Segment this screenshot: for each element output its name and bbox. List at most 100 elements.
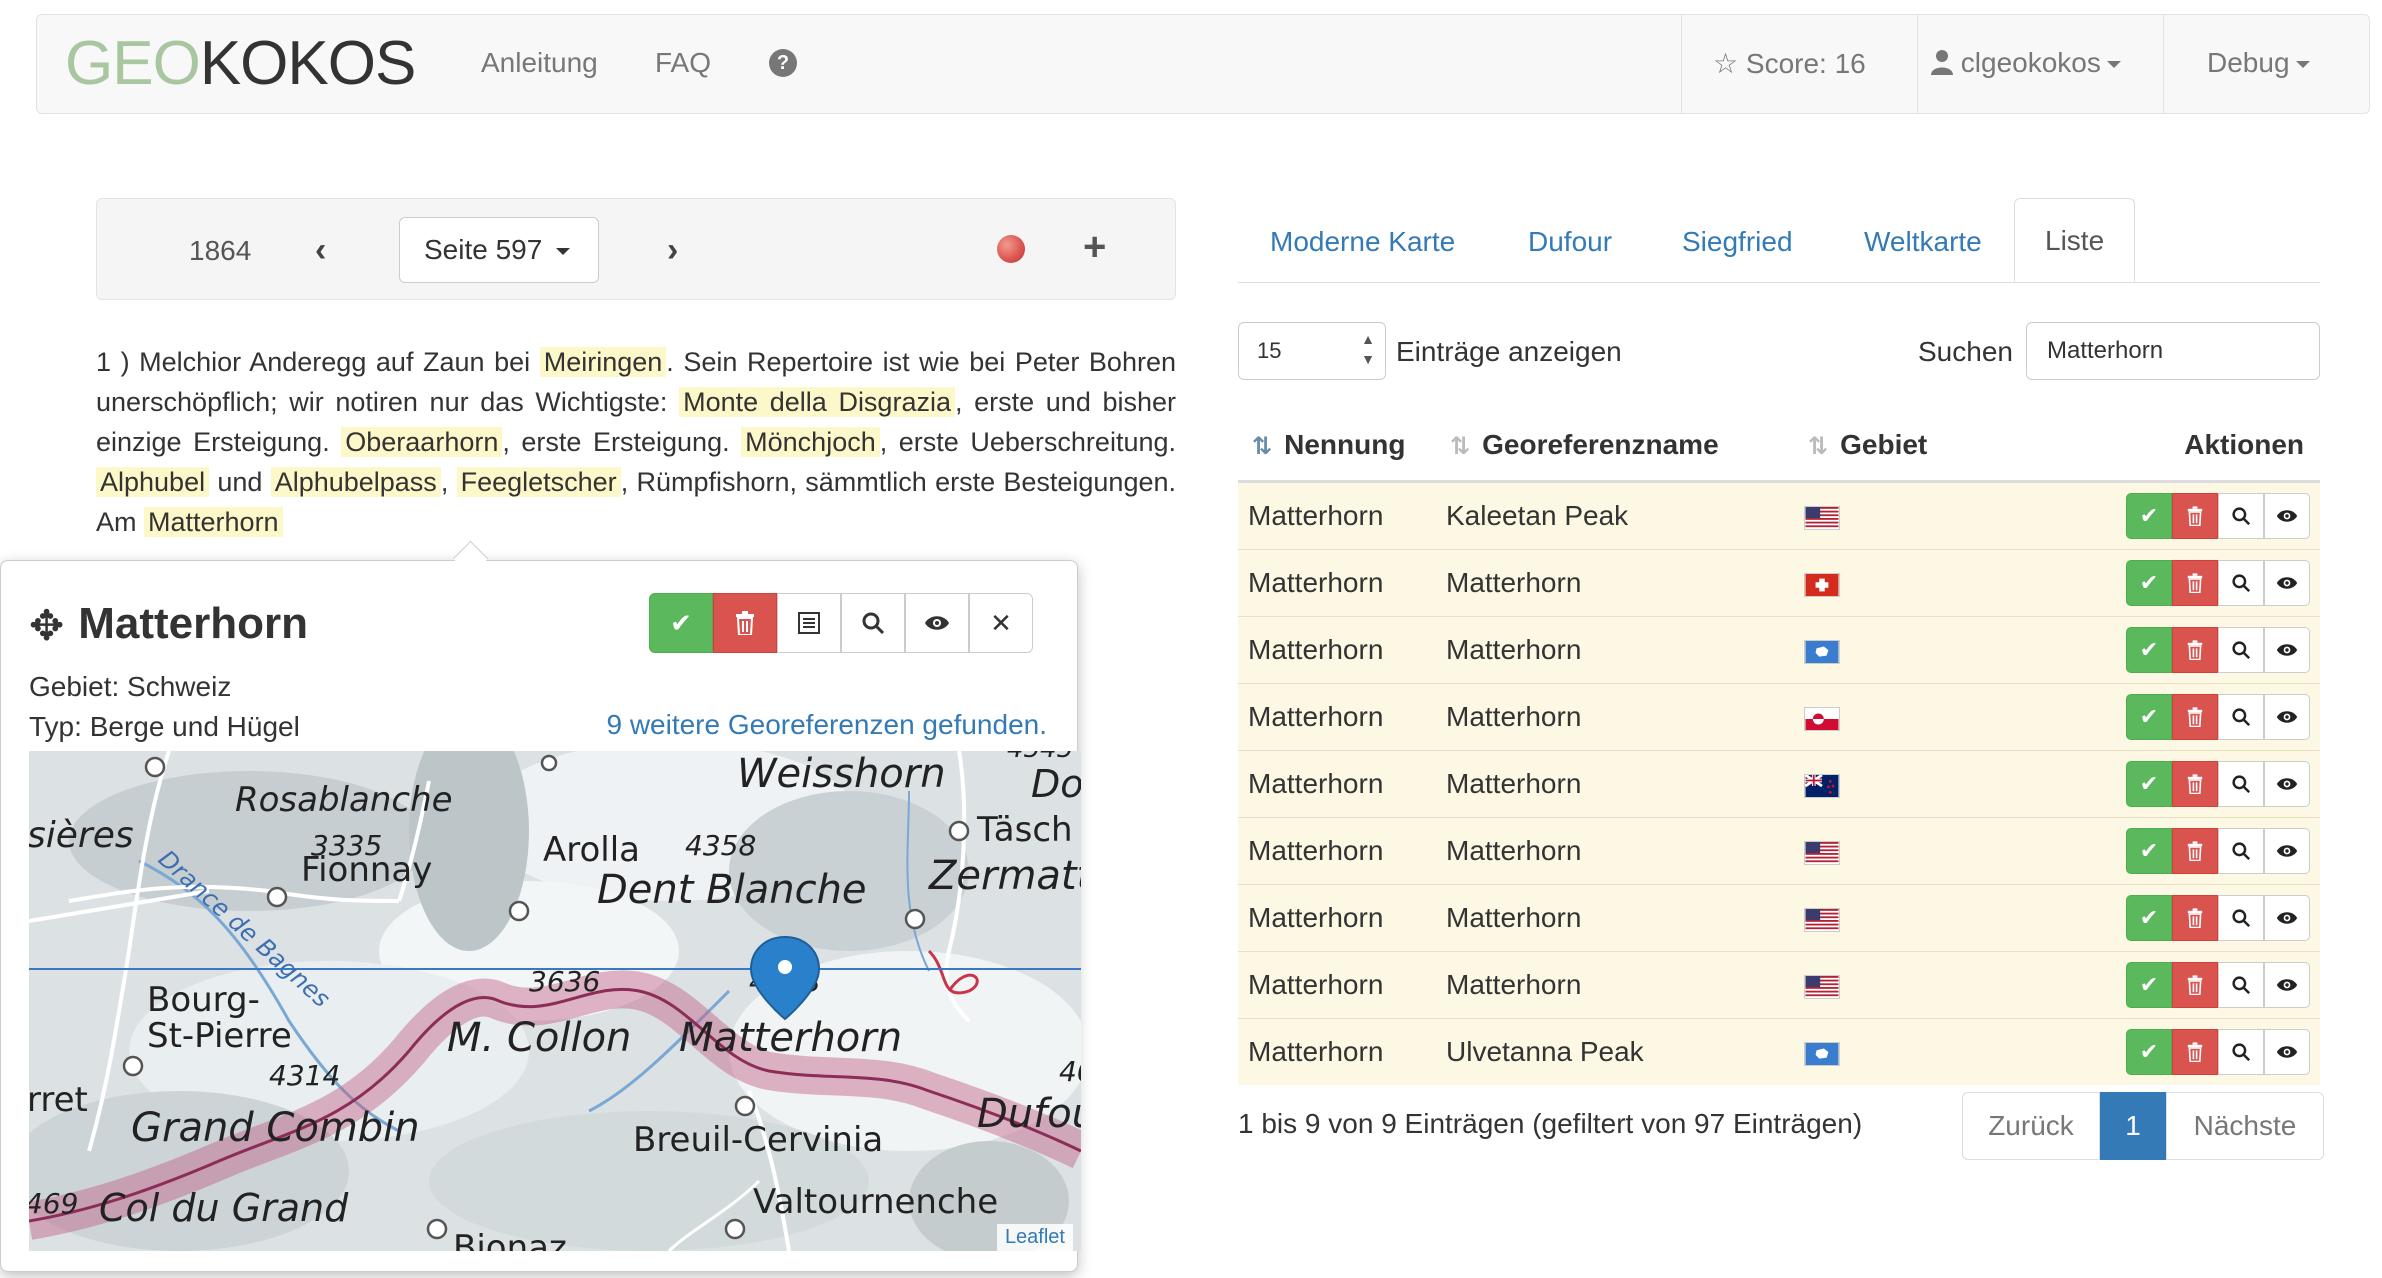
table-row[interactable]: Matterhorn Matterhorn ✔ [1238, 549, 2320, 617]
view-button[interactable] [2264, 761, 2310, 807]
georef-highlight[interactable]: Alphubelpass [270, 467, 441, 497]
page-select[interactable]: Seite 597 [399, 217, 599, 283]
cell-georeferenzname: Matterhorn [1446, 951, 1804, 1019]
more-georefs-link[interactable]: 9 weitere Georeferenzen gefunden. [606, 709, 1047, 741]
table-row[interactable]: Matterhorn Matterhorn ✔ [1238, 683, 2320, 751]
view-button[interactable] [905, 593, 969, 653]
delete-button[interactable] [2172, 1029, 2218, 1075]
close-button[interactable]: ✕ [969, 593, 1033, 653]
search-button[interactable] [2218, 627, 2264, 673]
delete-button[interactable] [2172, 761, 2218, 807]
column-header-gebiet[interactable]: ⇅ Gebiet [1804, 410, 2005, 483]
question-circle-icon[interactable]: ? [769, 49, 797, 77]
search-icon [2232, 708, 2250, 726]
chevron-left-icon[interactable]: ‹ [315, 233, 326, 267]
accept-button[interactable]: ✔ [2126, 560, 2172, 606]
accept-button[interactable]: ✔ [2126, 962, 2172, 1008]
delete-button[interactable] [2172, 493, 2218, 539]
score-display[interactable]: ☆ Score: 16 [1713, 47, 1866, 80]
tab-weltkarte[interactable]: Weltkarte [1864, 226, 1982, 258]
view-button[interactable] [2264, 962, 2310, 1008]
pagination-prev-button[interactable]: Zurück [1962, 1092, 2100, 1160]
search-input[interactable]: Matterhorn [2026, 322, 2320, 380]
delete-button[interactable] [2172, 828, 2218, 874]
georef-highlight[interactable]: Alphubel [96, 467, 210, 497]
eye-icon [925, 616, 949, 630]
accept-button[interactable]: ✔ [2126, 627, 2172, 673]
georef-highlight[interactable]: Oberaarhorn [341, 427, 503, 457]
map-tabs: Moderne Karte Dufour Siegfried Weltkarte… [1238, 198, 2320, 283]
table-row[interactable]: Matterhorn Matterhorn ✔ [1238, 616, 2320, 684]
cell-aktionen: ✔ [2004, 549, 2320, 617]
cell-georeferenzname: Matterhorn [1446, 750, 1804, 818]
accept-button[interactable]: ✔ [2126, 761, 2172, 807]
map-canvas[interactable]: Rosablanche Weisshorn Do sières 3335 Fio… [29, 751, 1081, 1251]
search-button[interactable] [2218, 694, 2264, 740]
table-row[interactable]: Matterhorn Matterhorn ✔ [1238, 750, 2320, 818]
accept-button[interactable]: ✔ [649, 593, 713, 653]
tab-siegfried[interactable]: Siegfried [1682, 226, 1793, 258]
tab-liste[interactable]: Liste [2014, 198, 2136, 282]
view-button[interactable] [2264, 493, 2310, 539]
chevron-right-icon[interactable]: › [667, 233, 678, 267]
plus-icon[interactable]: + [1083, 225, 1106, 270]
brand-logo[interactable]: GEOKOKOS [65, 33, 416, 95]
accept-button[interactable]: ✔ [2126, 493, 2172, 539]
delete-button[interactable] [2172, 962, 2218, 1008]
delete-button[interactable] [713, 593, 777, 653]
georef-highlight[interactable]: Meiringen [539, 347, 667, 377]
accept-button[interactable]: ✔ [2126, 828, 2172, 874]
table-row[interactable]: Matterhorn Ulvetanna Peak ✔ [1238, 1018, 2320, 1085]
search-button[interactable] [2218, 560, 2264, 606]
view-button[interactable] [2264, 1029, 2310, 1075]
view-button[interactable] [2264, 828, 2310, 874]
debug-menu[interactable]: Debug [2207, 47, 2310, 79]
georef-highlight[interactable]: Matterhorn [144, 507, 283, 537]
map-label: Zermatt [928, 853, 1081, 899]
nav-anleitung[interactable]: Anleitung [481, 47, 598, 79]
page-length-select[interactable]: 15 ▲ ▼ [1238, 322, 1386, 380]
column-header-georeferenzname[interactable]: ⇅ Georeferenzname [1446, 410, 1804, 483]
navbar: GEOKOKOS Anleitung FAQ ? ☆ Score: 16 clg… [36, 14, 2370, 114]
delete-button[interactable] [2172, 895, 2218, 941]
accept-button[interactable]: ✔ [2126, 895, 2172, 941]
accept-button[interactable]: ✔ [2126, 694, 2172, 740]
view-button[interactable] [2264, 895, 2310, 941]
search-button[interactable] [2218, 828, 2264, 874]
tab-dufour[interactable]: Dufour [1528, 226, 1612, 258]
delete-button[interactable] [2172, 560, 2218, 606]
view-button[interactable] [2264, 694, 2310, 740]
pagination-page-1[interactable]: 1 [2100, 1092, 2166, 1160]
georef-highlight[interactable]: Monte della Disgrazia [679, 387, 955, 417]
leaflet-attribution[interactable]: Leaflet [996, 1224, 1073, 1251]
globe-icon[interactable] [997, 235, 1025, 263]
accept-button[interactable]: ✔ [2126, 1029, 2172, 1075]
georef-highlight[interactable]: Feegletscher [456, 467, 621, 497]
table-row[interactable]: Matterhorn Matterhorn ✔ [1238, 884, 2320, 952]
debug-label: Debug [2207, 47, 2290, 78]
search-button[interactable] [2218, 761, 2264, 807]
table-row[interactable]: Matterhorn Matterhorn ✔ [1238, 817, 2320, 885]
search-button[interactable] [841, 593, 905, 653]
nav-divider [1681, 15, 1682, 113]
select-arrows-icon: ▲ ▼ [1361, 331, 1375, 367]
georef-highlight[interactable]: Mönchjoch [741, 427, 880, 457]
table-row[interactable]: Matterhorn Kaleetan Peak ✔ [1238, 481, 2320, 550]
map-view[interactable]: Rosablanche Weisshorn Do sières 3335 Fio… [29, 751, 1081, 1251]
view-button[interactable] [2264, 627, 2310, 673]
tab-moderne-karte[interactable]: Moderne Karte [1270, 226, 1455, 258]
pagination-next-button[interactable]: Nächste [2166, 1092, 2324, 1160]
user-menu[interactable]: clgeokokos [1931, 47, 2121, 79]
delete-button[interactable] [2172, 694, 2218, 740]
nav-faq[interactable]: FAQ [655, 47, 711, 79]
view-button[interactable] [2264, 560, 2310, 606]
delete-button[interactable] [2172, 627, 2218, 673]
search-button[interactable] [2218, 493, 2264, 539]
list-button[interactable] [777, 593, 841, 653]
search-button[interactable] [2218, 1029, 2264, 1075]
column-header-nennung[interactable]: ⇅ Nennung [1238, 410, 1446, 483]
search-button[interactable] [2218, 895, 2264, 941]
search-button[interactable] [2218, 962, 2264, 1008]
move-icon[interactable]: ✥ [29, 601, 64, 650]
table-row[interactable]: Matterhorn Matterhorn ✔ [1238, 951, 2320, 1019]
